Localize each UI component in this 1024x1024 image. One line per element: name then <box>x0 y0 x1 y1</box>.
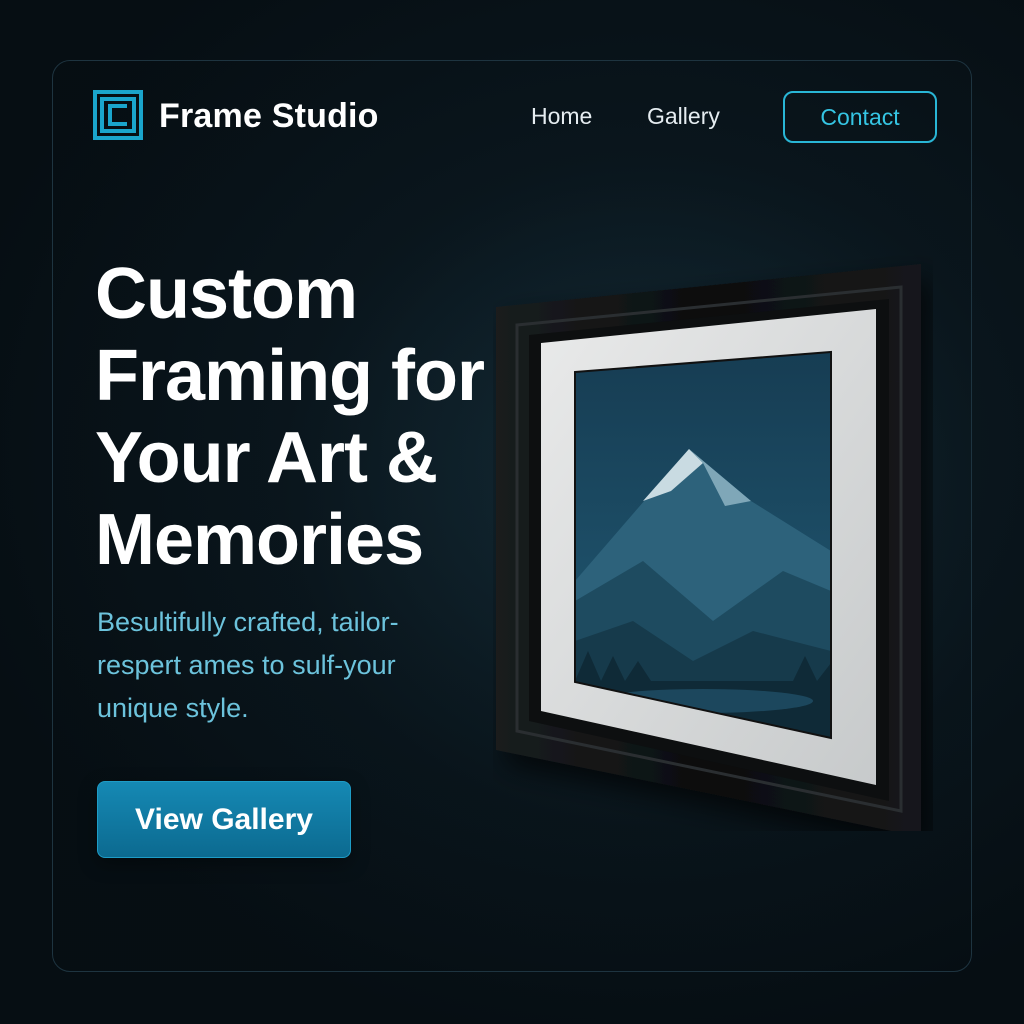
hero-subtitle-line: respert ames to sulf-your <box>97 650 396 680</box>
hero-title-line: Framing for <box>95 336 485 416</box>
frame-logo-icon[interactable] <box>93 90 143 140</box>
contact-button[interactable]: Contact <box>783 91 937 143</box>
hero-card: Frame Studio Home Gallery Contact Custom… <box>52 60 972 972</box>
hero-subtitle-line: unique style. <box>97 693 249 723</box>
framed-artwork-image <box>496 264 921 831</box>
hero-title-line: Your Art & <box>95 418 438 498</box>
nav-home-link[interactable]: Home <box>531 103 592 130</box>
brand-name[interactable]: Frame Studio <box>159 97 379 136</box>
hero-title-line: Custom <box>95 254 358 334</box>
nav-gallery-link[interactable]: Gallery <box>647 103 720 130</box>
hero-subtitle: Besultifully crafted, tailor- respert am… <box>97 601 477 730</box>
hero-title: Custom Framing for Your Art & Memories <box>95 253 535 581</box>
hero-title-line: Memories <box>95 500 424 580</box>
view-gallery-button[interactable]: View Gallery <box>97 781 351 858</box>
hero-subtitle-line: Besultifully crafted, tailor- <box>97 607 399 637</box>
